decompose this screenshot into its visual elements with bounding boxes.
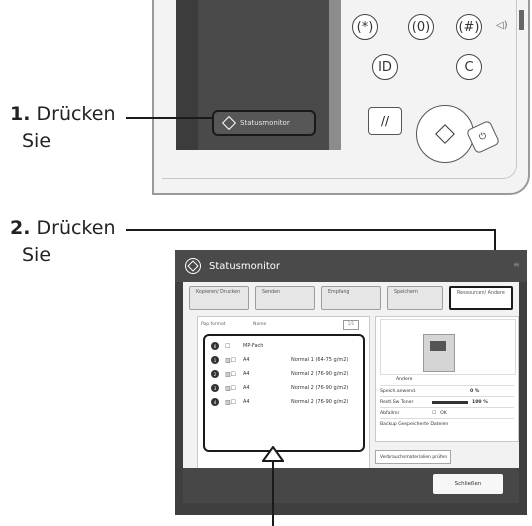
tray-icon: ☐ (225, 342, 231, 350)
status-monitor-titlebar: Statusmonitor (175, 250, 527, 282)
printer-icon (423, 334, 455, 372)
info-row-speicher: Speich.anwend. 0 % (380, 385, 514, 396)
list-arrow-icon (262, 446, 284, 462)
col-header-format: Pap.format (201, 322, 226, 327)
info-row-toner: Restl.Sw Toner 100 % (380, 396, 514, 407)
status-diamond-icon (221, 115, 237, 131)
info-row-backup: Backup Gespeicherte Dateien (380, 418, 514, 429)
tray-icon: ▥☐ (225, 384, 237, 392)
device-image-frame (380, 319, 516, 375)
key-clear[interactable]: C (456, 54, 482, 80)
paper-list-highlight: 0 ☐ MP-Fach 1 ▥☐ A4 Normal 1 (64-75 g/m2) 2 ▥☐… (203, 334, 365, 452)
tab-speichern[interactable]: Speichern (387, 286, 443, 310)
tab-empfang[interactable]: Empfang (321, 286, 381, 310)
list-item[interactable]: 1 ▥☐ A4 Normal 1 (64-75 g/m2) (211, 354, 357, 366)
status-monitor-footer: Schließen (183, 468, 519, 503)
panel-edge-bar (519, 10, 524, 30)
key-id[interactable]: ID (372, 54, 398, 80)
status-logo-icon (185, 258, 201, 274)
step1-pointer-line (126, 117, 212, 119)
key-hash[interactable]: (#) (456, 14, 482, 40)
close-button[interactable]: Schließen (433, 474, 503, 494)
device-info-panel: Andere Speich.anwend. 0 % Restl.Sw Toner 1… (375, 316, 519, 442)
tab-kopieren-drucken[interactable]: Kopieren/ Drucken (189, 286, 249, 310)
tray-icon: ▥☐ (225, 356, 237, 364)
col-header-name: Name (253, 322, 267, 327)
screen-shade (176, 0, 198, 150)
tray-icon: ▥☐ (225, 370, 237, 378)
speaker-icon: ◁) (496, 20, 508, 31)
status-monitor-body: Kopieren/ Drucken Senden Empfang Speiche… (183, 282, 519, 503)
status-monitor-window: Statusmonitor ≡ Kopieren/ Drucken Senden… (175, 250, 527, 515)
tab-ressourcen-andere[interactable]: Ressourcen/ Andere (449, 286, 513, 310)
list-item[interactable]: 4 ▥☐ A4 Normal 2 (76-90 g/m2) (211, 396, 357, 408)
info-row-abfall: Abfallmr ☐ OK (380, 407, 514, 418)
toner-level-bar (432, 400, 468, 404)
step1-callout: 1. Drücken (10, 103, 116, 125)
menu-icon[interactable]: ≡ (513, 260, 520, 269)
start-key[interactable] (416, 105, 474, 163)
list-item[interactable]: 2 ▥☐ A4 Normal 2 (76-90 g/m2) (211, 368, 357, 380)
tab-senden[interactable]: Senden (255, 286, 315, 310)
statusmonitor-button-label: Statusmonitor (240, 119, 290, 127)
start-diamond-icon (435, 124, 455, 144)
list-scroll-indicator: 1/1 (343, 320, 359, 330)
key-zero[interactable]: (0) (408, 14, 434, 40)
key-asterisk[interactable]: (*) (352, 14, 378, 40)
step2-pointer-line (126, 229, 496, 231)
tray-icon: ▥☐ (225, 398, 237, 406)
list-item[interactable]: 3 ▥☐ A4 Normal 2 (76-90 g/m2) (211, 382, 357, 394)
info-andere: Andere (396, 377, 413, 382)
step1-sie: Sie (22, 130, 52, 152)
statusmonitor-button[interactable]: Statusmonitor (212, 110, 316, 136)
check-consumables-button[interactable]: Verbrauchsmaterialien prüfen (375, 450, 451, 464)
stop-key[interactable]: // (368, 107, 402, 135)
list-item[interactable]: 0 ☐ MP-Fach (211, 340, 357, 352)
panel-strip (329, 0, 341, 150)
step2-callout: 2. Drücken (10, 217, 116, 239)
status-monitor-title: Statusmonitor (209, 260, 280, 272)
list-pointer-line (272, 460, 274, 526)
step2-sie: Sie (22, 244, 52, 266)
